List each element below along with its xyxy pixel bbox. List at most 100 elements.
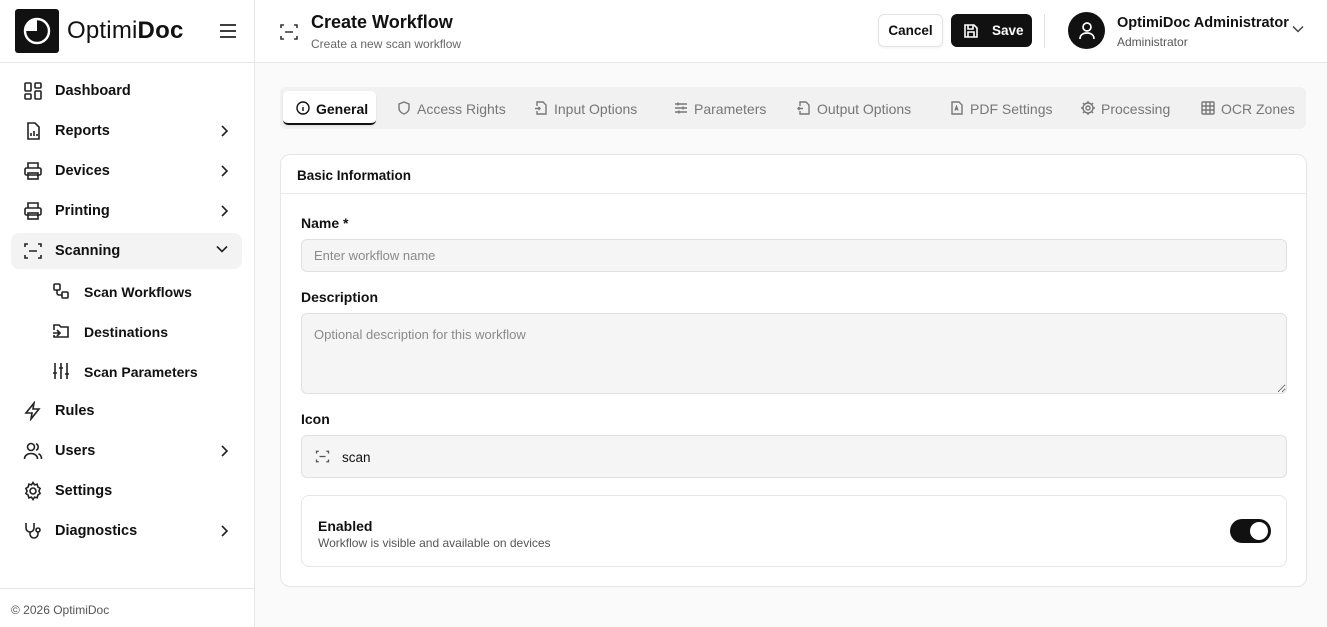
enabled-title: Enabled: [318, 518, 373, 534]
description-label: Description: [301, 289, 379, 305]
sidebar-item-label: Scanning: [55, 243, 121, 259]
name-field[interactable]: [301, 239, 1287, 272]
printer-icon: [23, 201, 43, 221]
sliders-icon: [52, 362, 70, 380]
sidebar-subitem-scan-workflows[interactable]: Scan Workflows: [40, 273, 240, 309]
sidebar-item-label: Printing: [55, 203, 110, 219]
gear-icon: [23, 481, 43, 501]
tab-ocr-zones[interactable]: OCR Zones: [1188, 91, 1303, 125]
chevron-down-icon: [216, 245, 228, 253]
sidebar-item-rules[interactable]: Rules: [11, 393, 242, 429]
save-button[interactable]: Save: [951, 14, 1032, 47]
sidebar-item-scanning[interactable]: Scanning: [11, 233, 242, 269]
main-content: General Access Rights Input Options Para…: [255, 63, 1327, 627]
grid-icon: [1201, 101, 1215, 115]
workflow-icon: [52, 282, 70, 300]
page-title: Create Workflow: [311, 12, 453, 32]
sidebar-item-devices[interactable]: Devices: [11, 153, 242, 189]
sidebar-item-settings[interactable]: Settings: [11, 473, 242, 509]
tab-label: OCR Zones: [1221, 101, 1295, 117]
brand-name-light: Optimi: [67, 17, 138, 44]
sidebar-item-label: Users: [55, 443, 96, 459]
file-pdf-icon: [950, 101, 964, 115]
sidebar-subitem-label: Destinations: [84, 324, 169, 340]
basic-information-card: Basic Information Name * Description Ico…: [280, 154, 1307, 587]
chevron-right-icon: [220, 125, 228, 137]
sidebar-item-label: Diagnostics: [55, 523, 138, 539]
sidebar-item-diagnostics[interactable]: Diagnostics: [11, 513, 242, 549]
printer-icon: [23, 161, 43, 181]
sidebar-item-label: Rules: [55, 403, 95, 419]
sidebar-item-label: Settings: [55, 483, 113, 499]
icon-select[interactable]: scan: [301, 435, 1287, 478]
chevron-right-icon: [220, 525, 228, 537]
scan-icon: [23, 241, 43, 261]
report-icon: [23, 121, 43, 141]
header-divider: [1044, 14, 1045, 48]
sidebar-subitem-destinations[interactable]: Destinations: [40, 313, 240, 349]
avatar: [1068, 12, 1105, 49]
chevron-right-icon: [220, 445, 228, 457]
sliders-horizontal-icon: [674, 101, 688, 115]
tab-input-options[interactable]: Input Options: [521, 91, 651, 125]
sidebar-item-printing[interactable]: Printing: [11, 193, 242, 229]
sidebar-subitem-label: Scan Parameters: [84, 364, 198, 380]
user-name: OptimiDoc Administrator: [1117, 15, 1289, 31]
icon-select-value: scan: [342, 450, 371, 465]
tab-output-options[interactable]: Output Options: [784, 91, 927, 125]
dashboard-icon: [23, 81, 43, 101]
enabled-description: Workflow is visible and available on dev…: [318, 536, 551, 550]
user-menu[interactable]: OptimiDoc Administrator Administrator: [1068, 12, 1308, 52]
chevron-down-icon: [1292, 25, 1304, 33]
card-header: Basic Information: [281, 155, 1306, 194]
file-input-icon: [534, 101, 548, 115]
brand-name: OptimiDoc: [67, 17, 184, 45]
sidebar-subitem-scan-parameters[interactable]: Scan Parameters: [40, 353, 240, 389]
logo-icon: [15, 9, 59, 53]
enabled-toggle[interactable]: [1230, 519, 1271, 543]
cog-icon: [1081, 101, 1095, 115]
user-role: Administrator: [1117, 35, 1188, 49]
copyright-text: © 2026 OptimiDoc: [11, 603, 110, 617]
brand-header: OptimiDoc: [0, 0, 254, 63]
tab-access-rights[interactable]: Access Rights: [384, 91, 510, 125]
stethoscope-icon: [23, 521, 43, 541]
section-title: Basic Information: [297, 168, 412, 183]
users-icon: [23, 441, 43, 461]
cancel-button[interactable]: Cancel: [878, 14, 943, 47]
tab-processing[interactable]: Processing: [1068, 91, 1179, 125]
tab-label: Parameters: [694, 101, 767, 117]
tab-label: Output Options: [817, 101, 912, 117]
shield-icon: [397, 101, 411, 115]
menu-icon[interactable]: [219, 23, 237, 39]
page-subtitle: Create a new scan workflow: [311, 37, 462, 51]
enabled-setting: Enabled Workflow is visible and availabl…: [301, 495, 1287, 567]
icon-label: Icon: [301, 411, 330, 427]
tab-general[interactable]: General: [283, 91, 376, 125]
tab-parameters[interactable]: Parameters: [661, 91, 774, 125]
sidebar-item-dashboard[interactable]: Dashboard: [11, 73, 242, 109]
tab-pdf-settings[interactable]: PDF Settings: [937, 91, 1061, 125]
sidebar-item-reports[interactable]: Reports: [11, 113, 242, 149]
sidebar-item-users[interactable]: Users: [11, 433, 242, 469]
description-field[interactable]: [301, 313, 1287, 394]
info-icon: [296, 101, 310, 115]
sidebar-item-label: Devices: [55, 163, 110, 179]
sidebar-item-label: Reports: [55, 123, 110, 139]
save-icon: [963, 23, 979, 39]
sidebar-footer: © 2026 OptimiDoc: [0, 588, 255, 627]
name-label: Name *: [301, 215, 349, 231]
folder-input-icon: [52, 322, 70, 340]
sidebar-subitem-label: Scan Workflows: [84, 284, 192, 300]
scan-icon: [315, 449, 330, 464]
tab-label: General: [316, 101, 369, 117]
tab-bar: General Access Rights Input Options Para…: [280, 87, 1306, 129]
scan-icon: [279, 22, 299, 42]
sidebar-item-label: Dashboard: [55, 83, 131, 99]
tab-label: Access Rights: [417, 101, 506, 117]
page-header: Create Workflow Create a new scan workfl…: [255, 0, 1327, 63]
tab-label: Processing: [1101, 101, 1171, 117]
sidebar: OptimiDoc Dashboard Reports Devices Prin…: [0, 0, 255, 627]
brand-name-bold: Doc: [137, 17, 184, 44]
save-button-label: Save: [992, 23, 1024, 38]
